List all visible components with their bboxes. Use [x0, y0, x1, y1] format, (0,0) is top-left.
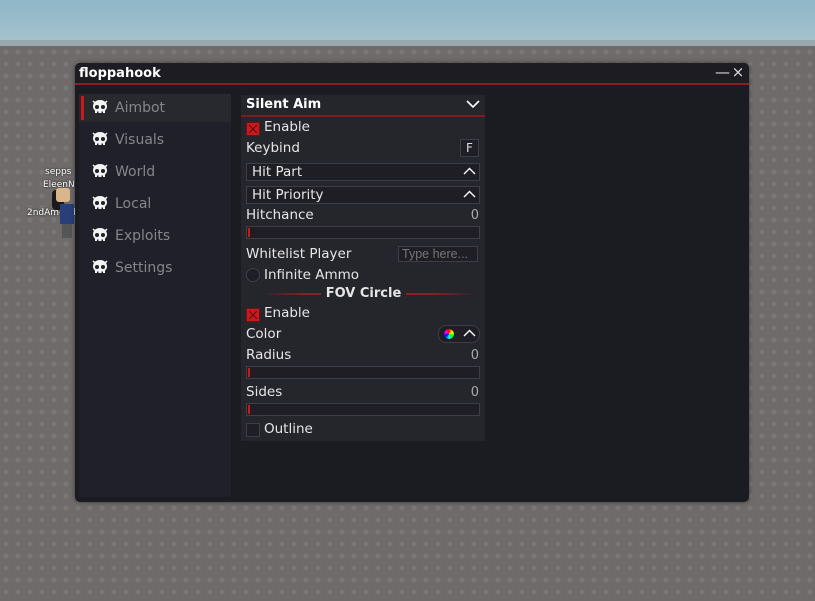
dropdown-label: Hit Part [252, 164, 303, 180]
infinite-ammo-checkbox[interactable] [246, 268, 260, 282]
sidebar-item-label: Exploits [115, 228, 171, 244]
sidebar-item-label: Local [115, 196, 152, 212]
enable-checkbox[interactable] [246, 122, 260, 136]
sides-value: 0 [470, 385, 479, 400]
sidebar-item-label: Visuals [115, 132, 165, 148]
sidebar-item-label: Settings [115, 260, 173, 276]
sidebar-item-world[interactable]: World [79, 158, 231, 186]
chevron-down-icon[interactable] [466, 98, 480, 110]
color-picker-button[interactable] [438, 325, 480, 343]
skull-icon [92, 164, 108, 177]
slider-fill [248, 405, 250, 414]
keybind-button[interactable]: F [460, 139, 479, 157]
whitelist-label: Whitelist Player [246, 246, 352, 262]
sidebar-item-visuals[interactable]: Visuals [79, 126, 231, 154]
dropdown-label: Hit Priority [252, 187, 324, 203]
color-label: Color [246, 326, 282, 342]
close-button[interactable]: × [731, 64, 745, 80]
chevron-up-icon [463, 167, 476, 175]
slider-fill [248, 228, 250, 237]
sidebar-item-settings[interactable]: Settings [79, 254, 231, 282]
radius-slider[interactable] [246, 366, 480, 379]
color-wheel-icon [444, 329, 454, 339]
whitelist-input[interactable] [398, 246, 478, 262]
hitchance-label: Hitchance [246, 207, 314, 223]
player-name-tag: sepps [45, 167, 72, 177]
outline-checkbox[interactable] [246, 423, 260, 437]
hit-priority-dropdown[interactable]: Hit Priority [246, 186, 480, 204]
silent-aim-section: Silent Aim Enable Keybind F Hit Part Hit… [241, 95, 485, 441]
minimize-button[interactable]: — [715, 64, 730, 80]
infinite-ammo-label: Infinite Ammo [264, 267, 360, 283]
keybind-label: Keybind [246, 140, 300, 156]
fov-section-title: FOV Circle [321, 285, 406, 303]
section-header[interactable]: Silent Aim [241, 95, 485, 117]
radius-value: 0 [470, 348, 479, 363]
sidebar-item-aimbot[interactable]: Aimbot [79, 94, 231, 122]
section-title: Silent Aim [246, 97, 322, 112]
skull-icon [92, 132, 108, 145]
player-avatar [50, 188, 76, 244]
skull-icon [92, 100, 108, 113]
chevron-up-icon [463, 329, 476, 337]
sidebar-item-exploits[interactable]: Exploits [79, 222, 231, 250]
chevron-up-icon [463, 190, 476, 198]
enable-label: Enable [264, 119, 310, 135]
skull-icon [92, 260, 108, 273]
skull-icon [92, 196, 108, 209]
fov-enable-label: Enable [264, 305, 310, 321]
hitchance-value: 0 [470, 208, 479, 223]
sidebar: Aimbot Visuals World Local Exploits Sett… [79, 94, 231, 497]
skull-icon [92, 228, 108, 241]
fov-enable-checkbox[interactable] [246, 308, 260, 322]
outline-label: Outline [264, 421, 313, 437]
cheat-menu-window[interactable]: floppahook — × Aimbot Visuals World Loca… [75, 63, 749, 502]
active-indicator [81, 96, 84, 120]
window-title: floppahook [79, 66, 161, 81]
sidebar-item-local[interactable]: Local [79, 190, 231, 218]
slider-fill [248, 368, 250, 377]
sidebar-item-label: World [115, 164, 156, 180]
hit-part-dropdown[interactable]: Hit Part [246, 163, 480, 181]
sides-label: Sides [246, 384, 283, 400]
title-bar[interactable]: floppahook — × [75, 63, 749, 85]
radius-label: Radius [246, 347, 292, 363]
hitchance-slider[interactable] [246, 226, 480, 239]
sidebar-item-label: Aimbot [115, 100, 166, 116]
sides-slider[interactable] [246, 403, 480, 416]
